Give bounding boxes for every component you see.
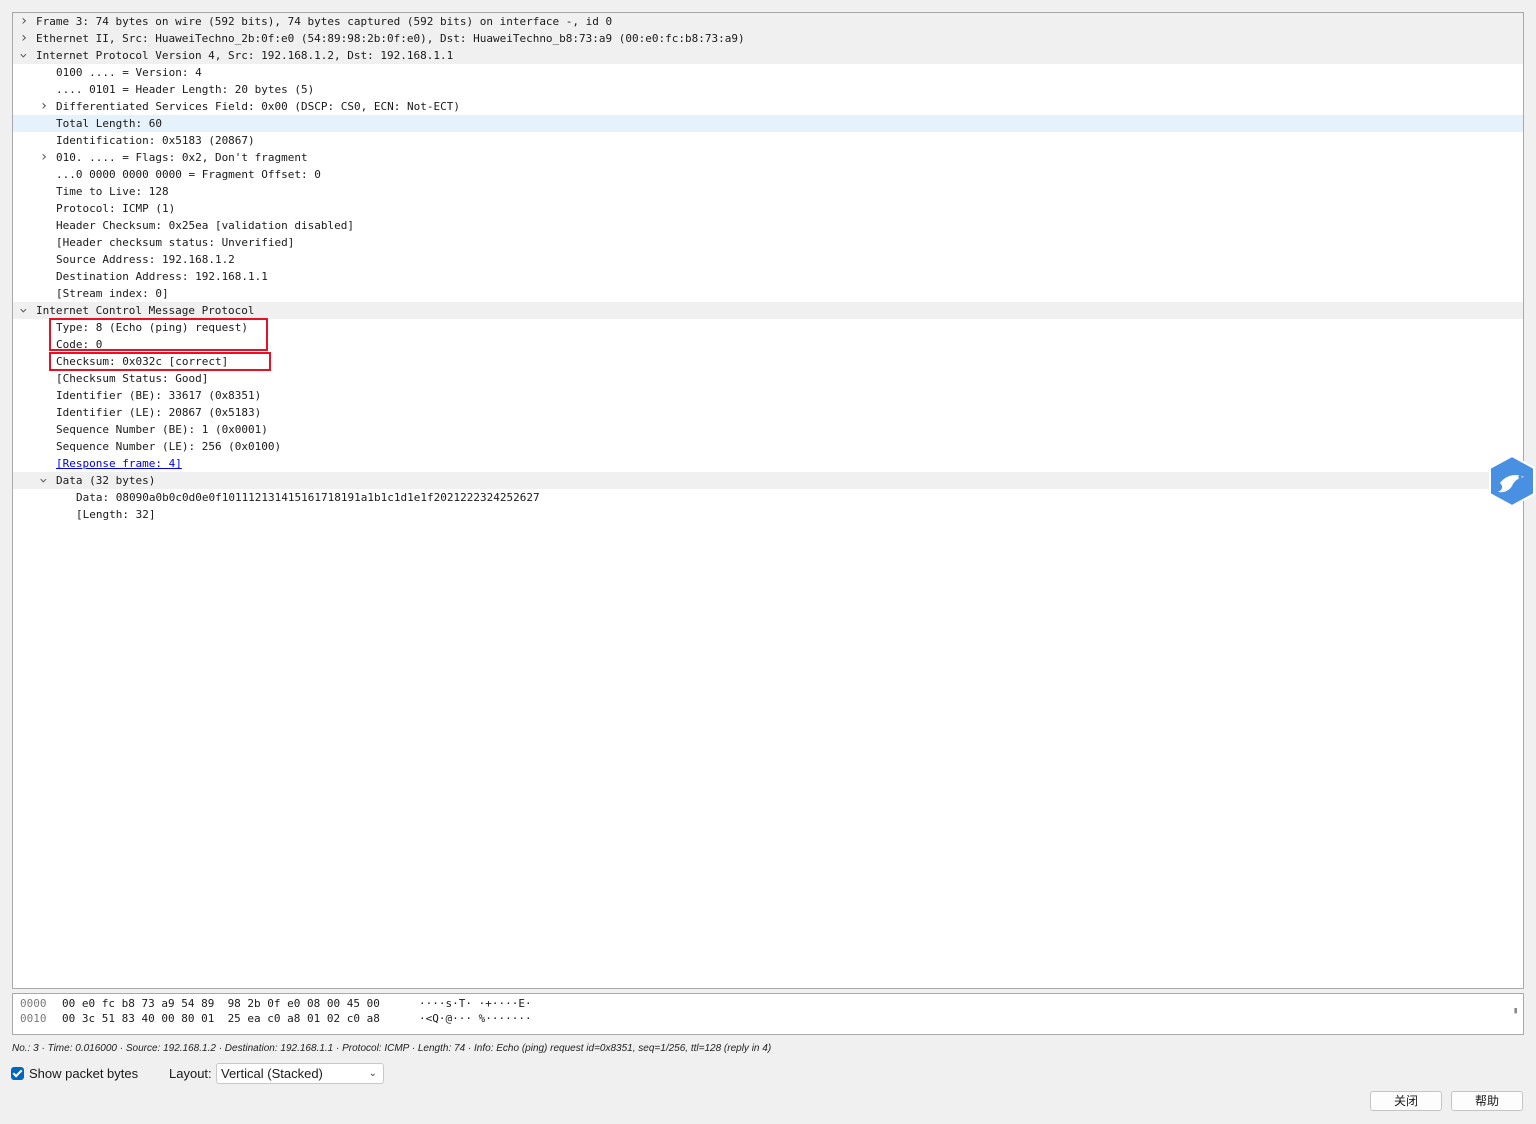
tree-row[interactable]: Total Length: 60 (13, 115, 1523, 132)
chevron-right-icon[interactable] (18, 30, 30, 47)
bytes-hex: 00 3c 51 83 40 00 80 01 25 ea c0 a8 01 0… (62, 1012, 380, 1025)
chevron-right-icon[interactable] (38, 98, 50, 115)
tree-row-label: [Checksum Status: Good] (56, 372, 209, 385)
tree-row[interactable]: [Response frame: 4] (13, 455, 1523, 472)
tree-row-label: 010. .... = Flags: 0x2, Don't fragment (56, 151, 308, 164)
tree-row[interactable]: Header Checksum: 0x25ea [validation disa… (13, 217, 1523, 234)
tree-row-label: Identification: 0x5183 (20867) (56, 134, 255, 147)
tree-row-label: Header Checksum: 0x25ea [validation disa… (56, 219, 355, 232)
bytes-row[interactable]: 0010 00 3c 51 83 40 00 80 01 25 ea c0 a8 … (13, 1011, 1523, 1026)
tree-row-label: [Header checksum status: Unverified] (56, 236, 295, 249)
tree-row-label: Internet Control Message Protocol (36, 304, 255, 317)
tree-row[interactable]: Internet Protocol Version 4, Src: 192.16… (13, 47, 1523, 64)
annotation-box-type-code (49, 318, 268, 351)
tree-row[interactable]: Destination Address: 192.168.1.1 (13, 268, 1523, 285)
chevron-down-icon[interactable] (38, 472, 50, 489)
tree-row[interactable]: [Length: 32] (13, 506, 1523, 523)
tree-row[interactable]: Protocol: ICMP (1) (13, 200, 1523, 217)
bytes-ascii: ·<Q·@··· %······· (419, 1012, 532, 1025)
tree-row-label: Sequence Number (LE): 256 (0x0100) (56, 440, 282, 453)
tree-row-label: Internet Protocol Version 4, Src: 192.16… (36, 49, 454, 62)
dropdown-chevron-icon: ⌄ (368, 1068, 377, 1079)
tree-row[interactable]: Data (32 bytes) (13, 472, 1523, 489)
help-button[interactable]: 帮助 (1451, 1091, 1523, 1111)
bird-badge-icon[interactable] (1478, 453, 1536, 511)
tree-row-label: 0100 .... = Version: 4 (56, 66, 202, 79)
tree-row[interactable]: Identifier (LE): 20867 (0x5183) (13, 404, 1523, 421)
tree-row[interactable]: Data: 08090a0b0c0d0e0f101112131415161718… (13, 489, 1523, 506)
tree-row-label: Frame 3: 74 bytes on wire (592 bits), 74… (36, 15, 613, 28)
packet-details-tree[interactable]: Frame 3: 74 bytes on wire (592 bits), 74… (12, 12, 1524, 989)
tree-row[interactable]: 010. .... = Flags: 0x2, Don't fragment (13, 149, 1523, 166)
tree-row[interactable]: [Header checksum status: Unverified] (13, 234, 1523, 251)
tree-row-label: [Length: 32] (76, 508, 156, 521)
layout-select[interactable]: Vertical (Stacked) ⌄ (216, 1063, 384, 1084)
tree-row-label: [Stream index: 0] (56, 287, 169, 300)
response-frame-link[interactable]: [Response frame: 4] (56, 455, 182, 472)
bytes-hex: 00 e0 fc b8 73 a9 54 89 98 2b 0f e0 08 0… (62, 997, 380, 1010)
tree-row[interactable]: Ethernet II, Src: HuaweiTechno_2b:0f:e0 … (13, 30, 1523, 47)
tree-row-label: Destination Address: 192.168.1.1 (56, 270, 268, 283)
tree-row[interactable]: ...0 0000 0000 0000 = Fragment Offset: 0 (13, 166, 1523, 183)
tree-row[interactable]: [Checksum Status: Good] (13, 370, 1523, 387)
tree-row-label: Sequence Number (BE): 1 (0x0001) (56, 423, 268, 436)
tree-row-label: Protocol: ICMP (1) (56, 202, 176, 215)
tree-row[interactable]: Identifier (BE): 33617 (0x8351) (13, 387, 1523, 404)
chevron-down-icon[interactable] (18, 302, 30, 319)
tree-row[interactable]: .... 0101 = Header Length: 20 bytes (5) (13, 81, 1523, 98)
tree-row-label: Source Address: 192.168.1.2 (56, 253, 235, 266)
tree-row[interactable]: Identification: 0x5183 (20867) (13, 132, 1523, 149)
tree-row-label: Time to Live: 128 (56, 185, 169, 198)
tree-row[interactable]: Sequence Number (BE): 1 (0x0001) (13, 421, 1523, 438)
chevron-right-icon[interactable] (38, 149, 50, 166)
tree-row[interactable]: Sequence Number (LE): 256 (0x0100) (13, 438, 1523, 455)
checkmark-icon[interactable] (11, 1067, 24, 1080)
tree-row[interactable]: 0100 .... = Version: 4 (13, 64, 1523, 81)
tree-row[interactable]: [Stream index: 0] (13, 285, 1523, 302)
bytes-ascii: ····s·T· ·+····E· (419, 997, 532, 1010)
tree-row[interactable]: Frame 3: 74 bytes on wire (592 bits), 74… (13, 13, 1523, 30)
tree-row[interactable]: Source Address: 192.168.1.2 (13, 251, 1523, 268)
packet-summary-status: No.: 3 · Time: 0.016000 · Source: 192.16… (12, 1043, 772, 1054)
bytes-offset: 0000 (20, 997, 47, 1010)
show-packet-bytes-label: Show packet bytes (29, 1066, 139, 1081)
tree-row-label: Ethernet II, Src: HuaweiTechno_2b:0f:e0 … (36, 32, 745, 45)
chevron-down-icon[interactable] (18, 47, 30, 64)
tree-row-label: Identifier (BE): 33617 (0x8351) (56, 389, 262, 402)
layout-select-value: Vertical (Stacked) (221, 1066, 323, 1081)
tree-row-label: Data (32 bytes) (56, 474, 156, 487)
tree-row-label: Total Length: 60 (56, 117, 162, 130)
annotation-box-checksum (49, 352, 271, 371)
tree-row-label: ...0 0000 0000 0000 = Fragment Offset: 0 (56, 168, 321, 181)
tree-row-label: .... 0101 = Header Length: 20 bytes (5) (56, 83, 315, 96)
packet-bytes-pane[interactable]: ▮ 0000 00 e0 fc b8 73 a9 54 89 98 2b 0f e… (12, 993, 1524, 1035)
tree-row-label: Identifier (LE): 20867 (0x5183) (56, 406, 262, 419)
tree-row-label: Differentiated Services Field: 0x00 (DSC… (56, 100, 460, 113)
tree-row[interactable]: Differentiated Services Field: 0x00 (DSC… (13, 98, 1523, 115)
close-button[interactable]: 关闭 (1370, 1091, 1442, 1111)
bytes-offset: 0010 (20, 1012, 47, 1025)
tree-row-label: Data: 08090a0b0c0d0e0f101112131415161718… (76, 491, 540, 504)
bytes-row[interactable]: 0000 00 e0 fc b8 73 a9 54 89 98 2b 0f e0 … (13, 996, 1523, 1011)
chevron-right-icon[interactable] (18, 13, 30, 30)
layout-label: Layout: (169, 1066, 212, 1081)
tree-row[interactable]: Time to Live: 128 (13, 183, 1523, 200)
tree-row[interactable]: Internet Control Message Protocol (13, 302, 1523, 319)
